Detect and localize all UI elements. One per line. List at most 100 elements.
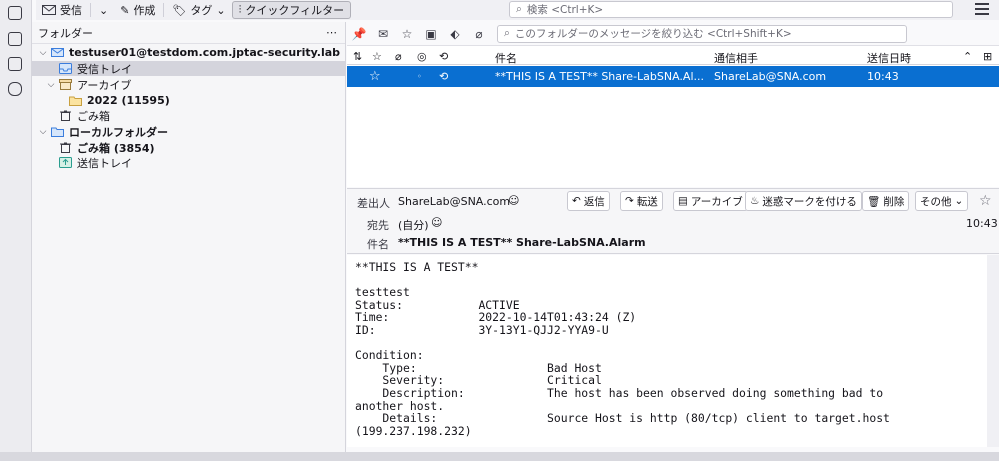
pencil-icon: ✎	[120, 3, 130, 17]
quick-filter-label: クイックフィルター	[245, 4, 345, 17]
folder-label: 送信トレイ	[77, 156, 132, 170]
to-value[interactable]: (自分)	[398, 217, 429, 233]
archive-icon: ▤	[678, 195, 688, 207]
spam-status-icon[interactable]: ◦	[417, 72, 422, 81]
contact-filter-icon[interactable]: ▣	[419, 24, 443, 44]
search-icon: ⌕	[516, 3, 522, 15]
toolbar-separator	[163, 3, 165, 17]
filter-sliders-icon: ⫶	[238, 3, 242, 16]
quick-filter-placeholder: このフォルダーのメッセージを絞り込む <Ctrl+Shift+K>	[514, 28, 792, 40]
reply-label: 返信	[583, 195, 605, 208]
message-correspondent: ShareLab@SNA.com	[714, 70, 827, 83]
more-label: その他	[920, 195, 952, 208]
thread-column-icon[interactable]: ⇅	[353, 50, 362, 63]
address-book-icon[interactable]	[8, 6, 22, 20]
reply-button[interactable]: ↶ 返信	[567, 191, 610, 211]
reply-icon: ↶	[572, 195, 581, 207]
message-header-pane: 差出人 ShareLab@SNA.com ☺ ↶ 返信 ↷ 転送 ▤ アーカイブ…	[347, 188, 999, 254]
chevron-down-icon: ⌄	[216, 3, 226, 17]
star-column-icon[interactable]: ☆	[372, 50, 382, 63]
compose-button[interactable]: ✎ 作成	[114, 1, 161, 19]
folder-pane-menu-button[interactable]: ⋯	[326, 26, 337, 39]
toolbar-separator	[90, 3, 91, 17]
column-header: ⇅ ☆ ⌀ ◎ ⟲ 件名 通信相手 送信日時 ⌃ ⊞	[347, 47, 999, 65]
outbox-icon	[59, 157, 72, 168]
junk-button[interactable]: ♨ 迷惑マークを付ける	[745, 191, 862, 211]
message-date: 10:43	[867, 70, 899, 83]
from-value[interactable]: ShareLab@SNA.com	[398, 195, 510, 208]
chat-icon[interactable]	[8, 82, 22, 96]
chevron-down-icon: ⌄	[954, 195, 964, 207]
folder-pane-header: フォルダー ⋯	[32, 22, 345, 44]
forward-icon: ↷	[625, 195, 634, 207]
to-label: 宛先	[367, 219, 389, 232]
search-placeholder: 検索 <Ctrl+K>	[526, 4, 604, 16]
folder-outbox[interactable]: 送信トレイ	[32, 155, 346, 170]
column-subject[interactable]: 件名	[495, 50, 517, 66]
archive-label: アーカイブ	[690, 195, 743, 208]
more-actions-button[interactable]: その他 ⌄	[915, 191, 969, 211]
column-correspondent[interactable]: 通信相手	[714, 50, 758, 66]
contact-icon[interactable]: ☺	[431, 216, 442, 229]
account-mail-icon	[51, 48, 64, 57]
archive-button[interactable]: ▤ アーカイブ	[673, 191, 748, 211]
read-status-column-icon[interactable]: ⟲	[439, 50, 448, 63]
star-icon[interactable]: ☆	[369, 69, 381, 84]
folder-icon	[69, 96, 82, 106]
sort-ascending-icon[interactable]: ⌃	[963, 50, 972, 63]
calendar-icon[interactable]	[8, 32, 22, 46]
tag-button[interactable]: 🏷 タグ ⌄	[166, 1, 231, 19]
pin-icon[interactable]: 📌	[347, 24, 371, 44]
get-messages-label: 受信	[60, 4, 82, 17]
unread-filter-icon[interactable]: ✉	[371, 24, 395, 44]
tasks-icon[interactable]	[8, 57, 22, 71]
chevron-down-icon[interactable]: ⌵	[38, 48, 48, 58]
search-icon: ⌕	[504, 27, 510, 39]
from-label: 差出人	[357, 197, 390, 210]
quick-filter-bar: 📌 ✉ ☆ ▣ ⬖ ⌀ ⌕ このフォルダーのメッセージを絞り込む <Ctrl+S…	[347, 22, 999, 46]
folder-inbox[interactable]: 受信トレイ	[32, 61, 346, 76]
forward-button[interactable]: ↷ 転送	[620, 191, 663, 211]
column-picker-icon[interactable]: ⊞	[983, 50, 992, 63]
folder-label: ごみ箱	[77, 109, 110, 123]
folder-2022[interactable]: 2022 (11595)	[32, 93, 346, 108]
message-time: 10:43	[966, 217, 998, 230]
get-messages-button[interactable]: 受信	[36, 1, 88, 19]
contact-icon[interactable]: ☺	[508, 194, 519, 207]
junk-label: 迷惑マークを付ける	[762, 195, 857, 208]
trash-icon	[60, 110, 71, 121]
message-row[interactable]: ☆ ◦ ⟲ **THIS IS A TEST** Share-LabSNA.Al…	[347, 66, 999, 87]
get-messages-dropdown[interactable]: ⌄	[93, 1, 114, 19]
folder-label: ごみ箱 (3854)	[77, 141, 155, 155]
junk-flame-icon: ♨	[750, 195, 760, 207]
spam-column-icon[interactable]: ◎	[417, 50, 427, 63]
quick-filter-input[interactable]: ⌕ このフォルダーのメッセージを絞り込む <Ctrl+Shift+K>	[497, 24, 907, 43]
chevron-down-icon[interactable]: ⌵	[38, 127, 48, 137]
folder-trash[interactable]: ごみ箱	[32, 108, 346, 123]
attachment-filter-icon[interactable]: ⌀	[467, 24, 491, 44]
local-folder-icon	[51, 127, 64, 137]
read-status-icon[interactable]: ⟲	[439, 70, 448, 83]
folder-local-folders[interactable]: ⌵ ローカルフォルダー	[32, 124, 346, 139]
chevron-down-icon[interactable]: ⌵	[46, 80, 56, 90]
folder-account[interactable]: ⌵ testuser01@testdom.com.jptac-security.…	[32, 45, 346, 60]
starred-filter-icon[interactable]: ☆	[395, 24, 419, 44]
forward-label: 転送	[636, 195, 658, 208]
folder-archive[interactable]: ⌵ アーカイブ	[32, 77, 346, 92]
message-body: **THIS IS A TEST** testtest Status: ACTI…	[347, 255, 987, 447]
column-date[interactable]: 送信日時	[867, 50, 911, 66]
folder-label: ローカルフォルダー	[69, 125, 168, 139]
app-menu-icon[interactable]	[975, 3, 989, 15]
folder-pane-title: フォルダー	[38, 26, 93, 40]
quick-filter-button[interactable]: ⫶ クイックフィルター	[231, 1, 352, 19]
message-list-pane: 📌 ✉ ☆ ▣ ⬖ ⌀ ⌕ このフォルダーのメッセージを絞り込む <Ctrl+S…	[347, 22, 999, 187]
attachment-column-icon[interactable]: ⌀	[395, 50, 402, 63]
folder-local-trash[interactable]: ごみ箱 (3854)	[32, 140, 346, 155]
tag-filter-icon[interactable]: ⬖	[443, 24, 467, 44]
message-body-scrollbar[interactable]	[987, 255, 999, 447]
global-search-input[interactable]: ⌕ 検索 <Ctrl+K>	[509, 1, 953, 18]
trash-icon: 🗑	[867, 195, 881, 208]
folder-label: アーカイブ	[77, 78, 132, 92]
delete-button[interactable]: 🗑 削除	[862, 191, 910, 211]
star-icon[interactable]: ☆	[979, 193, 992, 209]
